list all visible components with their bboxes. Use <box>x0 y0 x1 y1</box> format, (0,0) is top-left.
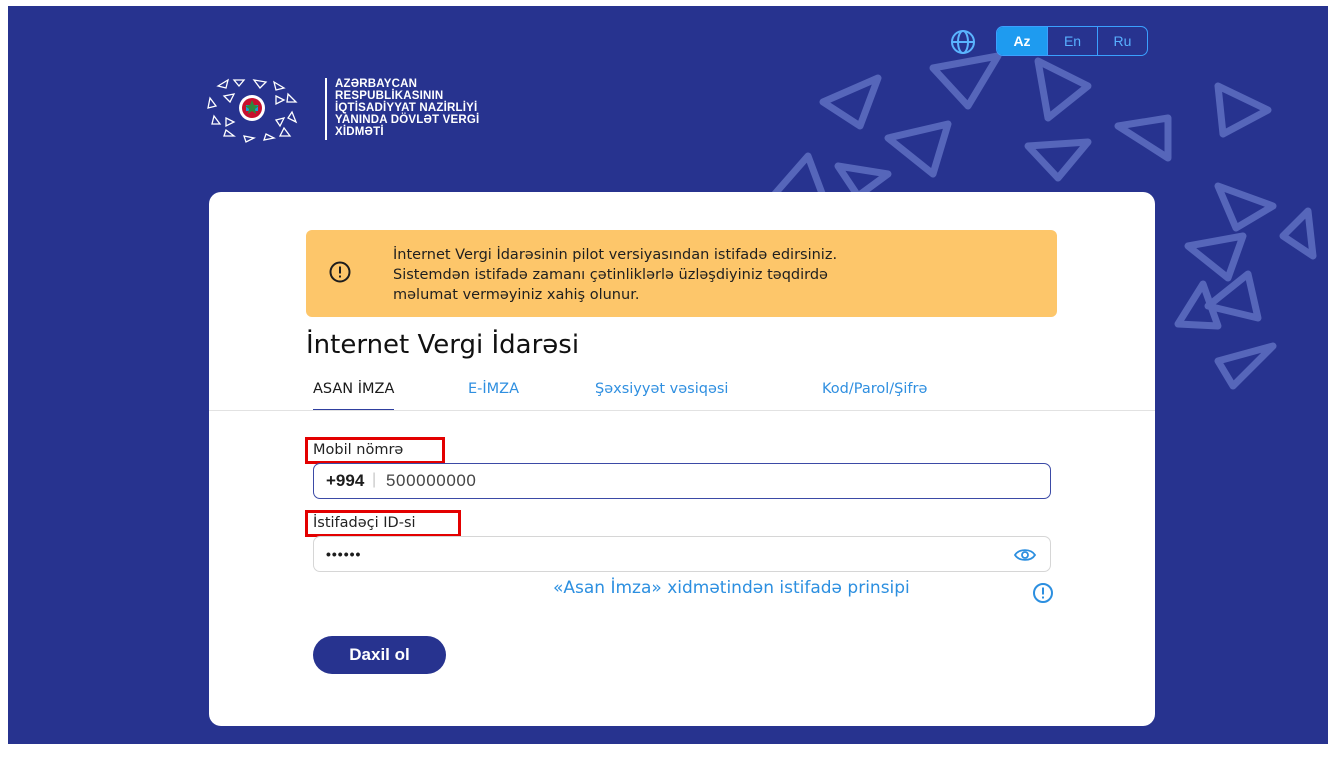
logo-divider <box>325 78 327 140</box>
logo-title: AZƏRBAYCAN RESPUBLİKASININ İQTİSADİYYAT … <box>335 78 555 138</box>
eye-icon[interactable] <box>1014 547 1036 563</box>
pilot-warning-alert: İnternet Vergi İdarəsinin pilot versiyas… <box>306 230 1057 317</box>
login-card: İnternet Vergi İdarəsinin pilot versiyas… <box>209 192 1155 726</box>
alert-line: İnternet Vergi İdarəsinin pilot versiyas… <box>393 247 838 263</box>
tab-code-password[interactable]: Kod/Parol/Şifrə <box>822 381 927 411</box>
alert-line: Sistemdən istifadə zamanı çətinliklərlə … <box>393 267 828 283</box>
lang-en-button[interactable]: En <box>1047 27 1097 55</box>
phone-separator: | <box>372 471 377 488</box>
phone-prefix: +994 <box>326 471 365 490</box>
logo-line: YANINDA DÖVLƏT VERGİ <box>335 114 480 126</box>
tab-divider <box>209 410 1155 411</box>
page-title: İnternet Vergi İdarəsi <box>306 330 580 360</box>
tab-asan-imza[interactable]: ASAN İMZA <box>313 381 395 411</box>
asan-imza-principle-link[interactable]: «Asan İmza» xidmətindən istifadə prinsip… <box>553 578 910 598</box>
highlight-box <box>305 510 461 537</box>
phone-input[interactable]: +994 | 500000000 <box>313 463 1051 499</box>
tab-id-card[interactable]: Şəxsiyyət vəsiqəsi <box>595 381 728 411</box>
logo-line: XİDMƏTİ <box>335 126 384 138</box>
lang-az-button[interactable]: Az <box>997 27 1047 55</box>
lang-ru-button[interactable]: Ru <box>1097 27 1147 55</box>
emblem-logo <box>207 78 298 143</box>
highlight-box <box>305 437 445 464</box>
phone-value: 500000000 <box>386 471 477 490</box>
info-circle-icon[interactable] <box>1032 582 1054 604</box>
alert-line: məlumat verməyiniz xahiş olunur. <box>393 287 640 303</box>
logo-line: RESPUBLİKASININ <box>335 90 444 102</box>
logo-line: AZƏRBAYCAN <box>335 78 418 90</box>
page-background: AZƏRBAYCAN RESPUBLİKASININ İQTİSADİYYAT … <box>8 6 1328 744</box>
user-id-input[interactable]: •••••• <box>313 536 1051 572</box>
language-switcher: Az En Ru <box>996 26 1148 56</box>
logo-line: İQTİSADİYYAT NAZİRLİYİ <box>335 102 478 114</box>
login-button[interactable]: Daxil ol <box>313 636 446 674</box>
alert-text: İnternet Vergi İdarəsinin pilot versiyas… <box>393 245 1033 305</box>
exclamation-circle-icon <box>329 261 351 283</box>
globe-icon[interactable] <box>950 29 976 55</box>
tab-e-imza[interactable]: E-İMZA <box>468 381 519 411</box>
user-id-value: •••••• <box>326 546 362 562</box>
